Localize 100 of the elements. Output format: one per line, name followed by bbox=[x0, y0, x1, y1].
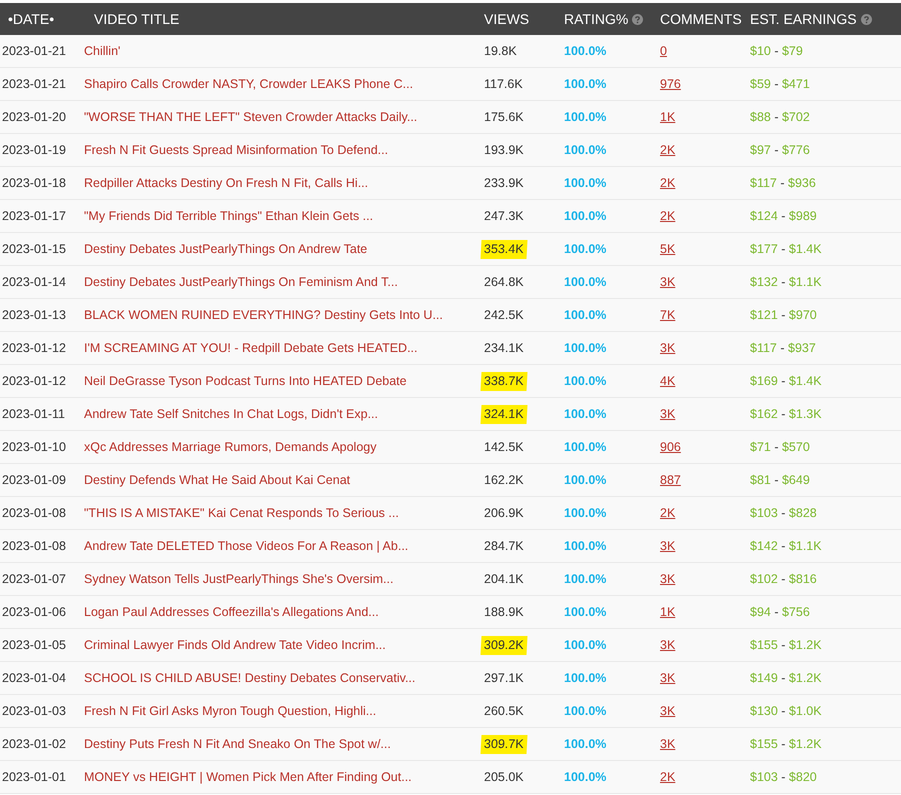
views-cell-text: 260.5K bbox=[483, 702, 525, 720]
views-cell-text: 142.5K bbox=[483, 438, 525, 456]
comments-link[interactable]: 0 bbox=[660, 42, 667, 60]
comments-link[interactable]: 906 bbox=[660, 438, 681, 456]
video-title-link[interactable]: Chillin' bbox=[84, 42, 120, 60]
earnings-cell-text: $10 - $79 bbox=[750, 42, 803, 60]
views-cell-text: 117.6K bbox=[483, 76, 524, 93]
rating-cell-text: 100.0% bbox=[564, 570, 606, 588]
earnings-cell-text: $130 - $1.0K bbox=[750, 702, 822, 720]
video-title-link[interactable]: Andrew Tate DELETED Those Videos For A Reason | Ab... bbox=[84, 536, 408, 556]
video-title-link[interactable]: Fresh N Fit Guests Spread Misinformation To Defend... bbox=[84, 140, 388, 160]
comments-link[interactable]: 2K bbox=[660, 174, 676, 192]
comments-link[interactable]: 7K bbox=[660, 306, 676, 324]
comments-link[interactable]: 2K bbox=[660, 140, 676, 160]
comments-link[interactable]: 3K bbox=[660, 734, 676, 754]
views-cell-text: 193.9K bbox=[483, 142, 525, 159]
views-cell-text: 297.1K bbox=[483, 670, 525, 687]
earnings-cell-text: $142 - $1.1K bbox=[750, 538, 822, 555]
video-title-link[interactable]: Destiny Debates JustPearlyThings On Feminism And T... bbox=[84, 272, 398, 292]
video-title-link[interactable]: Destiny Defends What He Said About Kai Cenat bbox=[84, 470, 350, 490]
video-title-link[interactable]: Sydney Watson Tells JustPearlyThings She's Oversim... bbox=[84, 570, 394, 588]
earnings-cell-text: $103 - $820 bbox=[750, 768, 817, 786]
date-cell-text: 2023-01-18 bbox=[2, 174, 66, 192]
earnings-cell-text: $132 - $1.1K bbox=[750, 274, 822, 291]
rating-cell-text: 100.0% bbox=[564, 340, 606, 357]
views-cell: 309.2K bbox=[480, 636, 528, 654]
comments-link[interactable]: 887 bbox=[660, 470, 681, 490]
video-title-link[interactable]: Destiny Puts Fresh N Fit And Sneako On The Spot w/... bbox=[84, 734, 391, 754]
rating-cell-text: 100.0% bbox=[564, 472, 606, 489]
rating-cell-text: 100.0% bbox=[564, 76, 606, 93]
video-title-link[interactable]: Neil DeGrasse Tyson Podcast Turns Into HEATED Debate bbox=[84, 372, 407, 390]
video-title-link[interactable]: Shapiro Calls Crowder NASTY, Crowder LEAKS Phone C... bbox=[84, 74, 414, 94]
comments-link[interactable]: 3K bbox=[660, 570, 676, 588]
earnings-cell-text: $162 - $1.3K bbox=[750, 406, 822, 423]
earnings-cell-text: $97 - $776 bbox=[750, 142, 810, 159]
video-title-link[interactable]: xQc Addresses Marriage Rumors, Demands Apology bbox=[84, 438, 376, 456]
rating-cell-text: 100.0% bbox=[564, 142, 606, 159]
views-cell-text: 204.1K bbox=[483, 570, 525, 588]
comments-link[interactable]: 3K bbox=[660, 702, 676, 720]
rating-cell-text: 100.0% bbox=[564, 306, 606, 324]
views-cell-text: 175.6K bbox=[483, 108, 525, 126]
video-title-link[interactable]: Criminal Lawyer Finds Old Andrew Tate Video Incrim... bbox=[84, 636, 386, 654]
video-title-link[interactable]: "My Friends Did Terrible Things" Ethan Klein Gets ... bbox=[84, 206, 374, 226]
video-title-link[interactable]: Fresh N Fit Girl Asks Myron Tough Question, Highli... bbox=[84, 702, 376, 720]
column-header[interactable]: RATING% bbox=[564, 8, 628, 30]
earnings-cell-text: $155 - $1.2K bbox=[750, 636, 822, 654]
earnings-cell-text: $88 - $702 bbox=[750, 108, 810, 126]
video-title-link[interactable]: I'M SCREAMING AT YOU! - Redpill Debate Gets HEATED... bbox=[84, 338, 418, 358]
date-cell-text: 2023-01-03 bbox=[2, 702, 66, 720]
date-cell-text: 2023-01-20 bbox=[2, 108, 66, 126]
rating-cell-text: 100.0% bbox=[564, 108, 606, 126]
video-title-link[interactable]: Logan Paul Addresses Coffeezilla's Allegations And... bbox=[84, 602, 379, 622]
video-title-link[interactable]: "WORSE THAN THE LEFT" Steven Crowder Attacks Daily... bbox=[84, 108, 418, 126]
video-title-link[interactable]: Andrew Tate Self Snitches In Chat Logs, Didn't Exp... bbox=[84, 404, 378, 424]
rating-cell-text: 100.0% bbox=[564, 174, 606, 192]
comments-link[interactable]: 1K bbox=[660, 602, 676, 622]
earnings-cell-text: $94 - $756 bbox=[750, 604, 810, 621]
comments-link[interactable]: 1K bbox=[660, 108, 676, 126]
video-title-link[interactable]: Destiny Debates JustPearlyThings On Andrew Tate bbox=[84, 240, 368, 258]
column-header[interactable]: EST. EARNINGS bbox=[750, 8, 857, 30]
earnings-cell-text: $71 - $570 bbox=[750, 438, 810, 456]
rating-cell-text: 100.0% bbox=[564, 702, 606, 720]
comments-link[interactable]: 4K bbox=[660, 372, 676, 390]
comments-link[interactable]: 2K bbox=[660, 206, 676, 226]
comments-link[interactable]: 3K bbox=[660, 636, 676, 654]
date-cell-text: 2023-01-12 bbox=[2, 340, 66, 357]
earnings-cell-text: $124 - $989 bbox=[750, 208, 817, 225]
rating-cell-text: 100.0% bbox=[564, 604, 606, 621]
help-icon[interactable] bbox=[632, 14, 644, 24]
video-title-link[interactable]: MONEY vs HEIGHT | Women Pick Men After Finding Out... bbox=[84, 768, 412, 786]
date-cell-text: 2023-01-01 bbox=[2, 768, 66, 786]
video-title-link[interactable]: SCHOOL IS CHILD ABUSE! Destiny Debates Conservativ... bbox=[84, 668, 416, 688]
comments-link[interactable]: 3K bbox=[660, 668, 676, 688]
help-icon[interactable] bbox=[860, 14, 872, 24]
rating-cell-text: 100.0% bbox=[564, 636, 606, 654]
column-header[interactable]: •DATE• bbox=[8, 8, 54, 30]
video-title-link[interactable]: Redpiller Attacks Destiny On Fresh N Fit, Calls Hi... bbox=[84, 174, 368, 192]
rating-cell-text: 100.0% bbox=[564, 438, 606, 456]
views-cell-text: 188.9K bbox=[483, 604, 525, 621]
date-cell-text: 2023-01-05 bbox=[2, 636, 66, 654]
column-header[interactable]: VIEWS bbox=[484, 8, 530, 30]
video-title-link[interactable]: BLACK WOMEN RUINED EVERYTHING? Destiny Gets Into U... bbox=[84, 306, 443, 324]
earnings-cell-text: $103 - $828 bbox=[750, 504, 817, 522]
column-header[interactable]: VIDEO TITLE bbox=[94, 8, 180, 30]
date-cell-text: 2023-01-07 bbox=[2, 570, 66, 588]
comments-link[interactable]: 3K bbox=[660, 272, 676, 292]
comments-link[interactable]: 2K bbox=[660, 504, 676, 522]
comments-link[interactable]: 5K bbox=[660, 240, 676, 258]
date-cell-text: 2023-01-02 bbox=[2, 736, 66, 753]
earnings-cell-text: $169 - $1.4K bbox=[750, 372, 822, 390]
earnings-cell-text: $102 - $816 bbox=[750, 570, 817, 588]
comments-link[interactable]: 3K bbox=[660, 536, 676, 556]
date-cell-text: 2023-01-21 bbox=[2, 42, 66, 60]
comments-link[interactable]: 3K bbox=[660, 404, 676, 424]
comments-link[interactable]: 976 bbox=[660, 74, 681, 94]
earnings-cell-text: $121 - $970 bbox=[750, 306, 817, 324]
video-title-link[interactable]: "THIS IS A MISTAKE" Kai Cenat Responds To Serious ... bbox=[84, 504, 399, 522]
comments-link[interactable]: 2K bbox=[660, 768, 676, 786]
column-header[interactable]: COMMENTS bbox=[660, 8, 742, 30]
comments-link[interactable]: 3K bbox=[660, 338, 676, 358]
